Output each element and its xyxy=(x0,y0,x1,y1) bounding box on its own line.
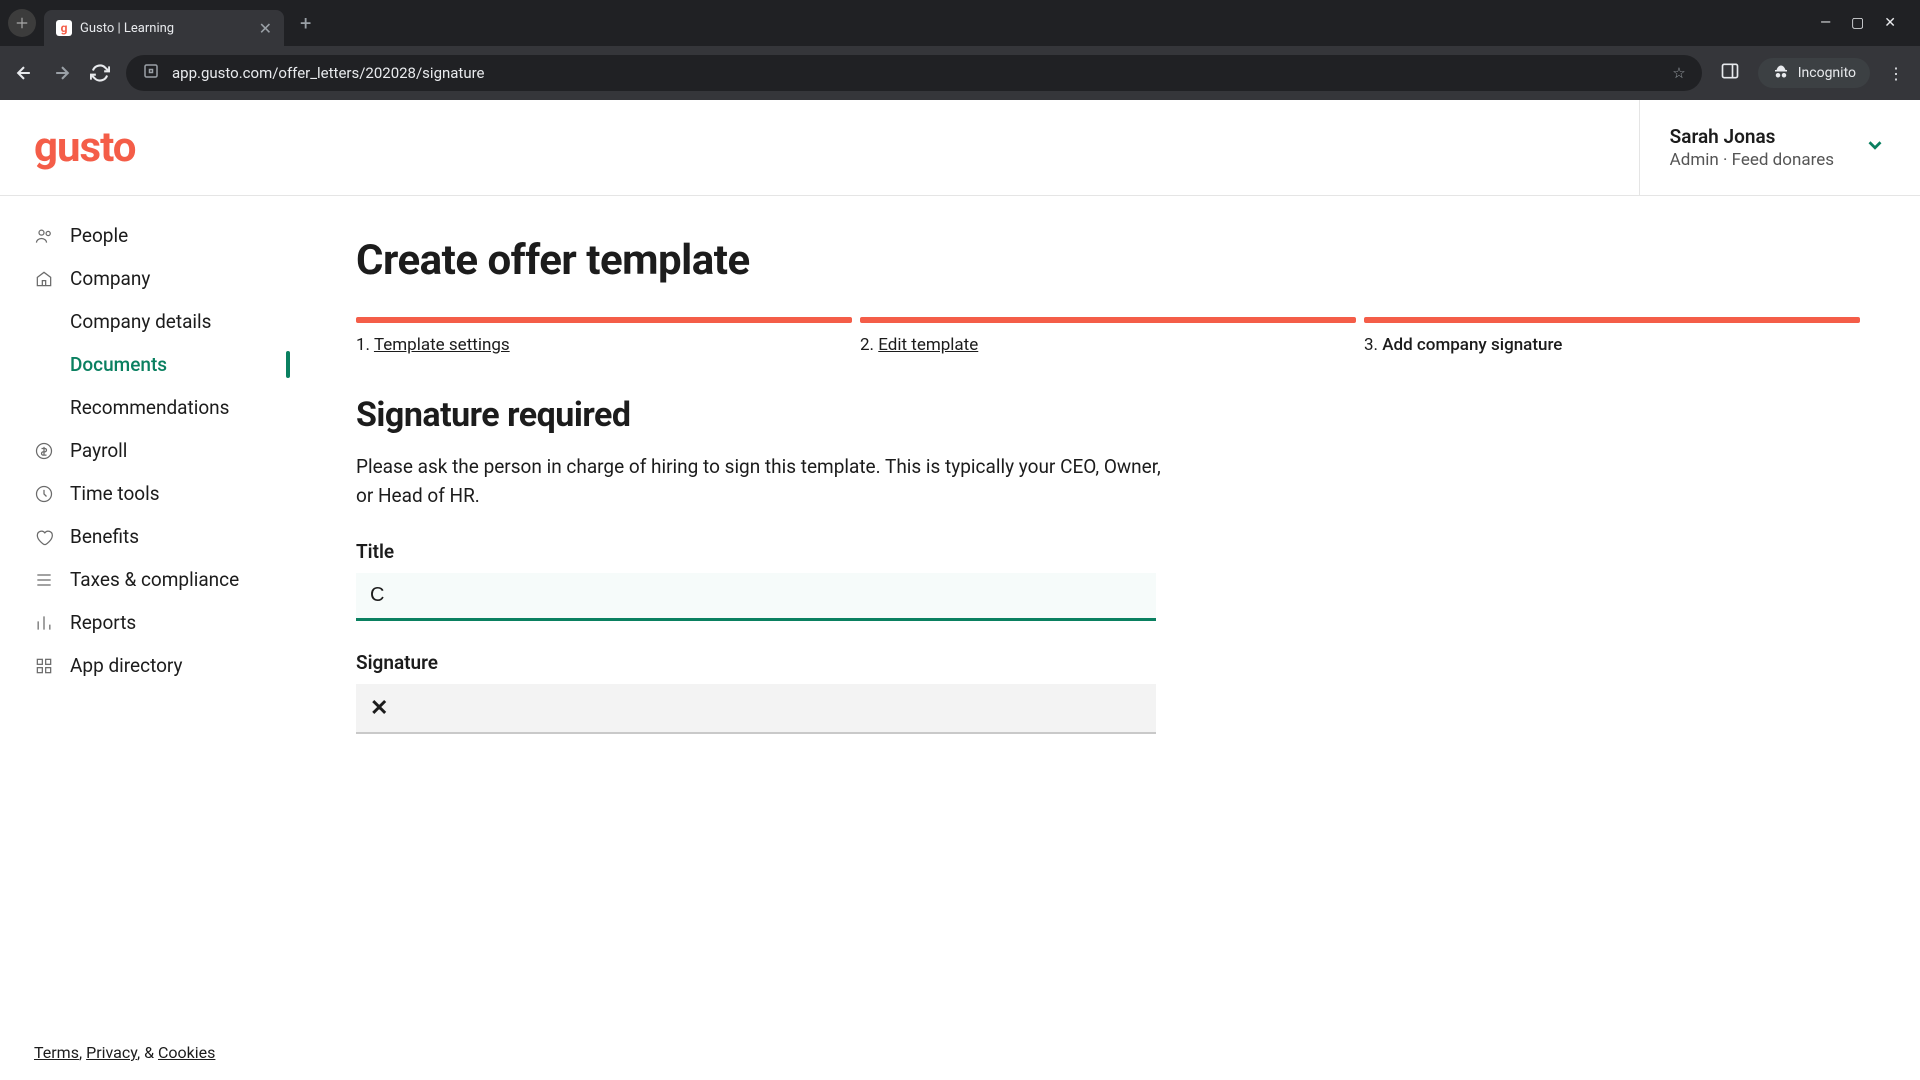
sidebar-item-label: App directory xyxy=(70,654,183,677)
sidebar-item-label: Documents xyxy=(70,353,167,376)
section-heading: Signature required xyxy=(356,395,1860,435)
browser-toolbar: app.gusto.com/offer_letters/202028/signa… xyxy=(0,46,1920,100)
sidebar-item-payroll[interactable]: Payroll xyxy=(0,429,308,472)
reports-icon xyxy=(34,613,54,633)
bookmark-icon[interactable]: ☆ xyxy=(1672,64,1685,82)
taxes-icon xyxy=(34,570,54,590)
user-meta: Admin · Feed donares xyxy=(1670,150,1834,170)
step-bar xyxy=(356,317,852,323)
main-content: Create offer template 1. Template settin… xyxy=(308,196,1920,1080)
step-1[interactable]: 1. Template settings xyxy=(356,317,852,355)
user-name: Sarah Jonas xyxy=(1670,125,1834,148)
minimize-icon[interactable]: ― xyxy=(1820,15,1831,31)
sidebar-item-company[interactable]: Company xyxy=(0,257,308,300)
close-window-icon[interactable]: ✕ xyxy=(1884,15,1896,31)
sidebar-item-taxes[interactable]: Taxes & compliance xyxy=(0,558,308,601)
step-label: Add company signature xyxy=(1382,335,1562,355)
forward-button[interactable] xyxy=(50,61,74,85)
address-bar[interactable]: app.gusto.com/offer_letters/202028/signa… xyxy=(126,55,1702,91)
sidebar-item-label: Recommendations xyxy=(70,396,229,419)
back-button[interactable] xyxy=(12,61,36,85)
cookies-link[interactable]: Cookies xyxy=(158,1043,215,1062)
signature-box[interactable]: ✕ xyxy=(356,684,1156,734)
footer-links: Terms, Privacy, & Cookies xyxy=(34,1043,215,1062)
site-info-icon[interactable] xyxy=(142,62,160,84)
side-panel-icon[interactable] xyxy=(1716,61,1744,85)
app: gusto Sarah Jonas Admin · Feed donares P… xyxy=(0,100,1920,1080)
sidebar-item-label: Reports xyxy=(70,611,136,634)
apps-icon xyxy=(34,656,54,676)
payroll-icon xyxy=(34,441,54,461)
chevron-down-icon xyxy=(1864,134,1886,161)
sidebar-item-label: People xyxy=(70,224,128,247)
sidebar-item-label: Time tools xyxy=(70,482,160,505)
page-title: Create offer template xyxy=(356,236,1860,285)
maximize-icon[interactable]: ▢ xyxy=(1851,15,1864,31)
body-row: People Company Company details Documents… xyxy=(0,196,1920,1080)
url-text: app.gusto.com/offer_letters/202028/signa… xyxy=(172,64,485,82)
app-header: gusto Sarah Jonas Admin · Feed donares xyxy=(0,100,1920,196)
window-controls: ― ▢ ✕ xyxy=(1820,15,1912,31)
tab-search-button[interactable] xyxy=(8,9,36,37)
privacy-link[interactable]: Privacy xyxy=(86,1043,137,1062)
step-bar xyxy=(860,317,1356,323)
sidebar-item-time-tools[interactable]: Time tools xyxy=(0,472,308,515)
new-tab-button[interactable]: + xyxy=(292,11,319,35)
sidebar-item-people[interactable]: People xyxy=(0,214,308,257)
sidebar-item-reports[interactable]: Reports xyxy=(0,601,308,644)
sidebar-item-benefits[interactable]: Benefits xyxy=(0,515,308,558)
user-info: Sarah Jonas Admin · Feed donares xyxy=(1670,125,1834,170)
time-icon xyxy=(34,484,54,504)
step-bar xyxy=(1364,317,1860,323)
step-label: Edit template xyxy=(878,335,978,355)
sidebar-scroll[interactable]: People Company Company details Documents… xyxy=(0,214,308,1080)
reload-button[interactable] xyxy=(88,61,112,85)
sidebar-item-label: Benefits xyxy=(70,525,139,548)
company-icon xyxy=(34,269,54,289)
sidebar-item-label: Taxes & compliance xyxy=(70,568,239,591)
sidebar-item-label: Company details xyxy=(70,310,211,333)
tab-strip: g Gusto | Learning ✕ + ― ▢ ✕ xyxy=(0,0,1920,46)
title-input[interactable] xyxy=(356,573,1156,621)
gusto-logo[interactable]: gusto xyxy=(34,123,135,172)
tab-favicon: g xyxy=(56,20,72,36)
tab-close-icon[interactable]: ✕ xyxy=(259,19,272,38)
tab-title: Gusto | Learning xyxy=(80,21,174,36)
incognito-badge[interactable]: Incognito xyxy=(1758,58,1870,88)
stepper: 1. Template settings 2. Edit template 3.… xyxy=(356,317,1860,355)
sidebar: People Company Company details Documents… xyxy=(0,196,308,1080)
step-label: Template settings xyxy=(374,335,510,355)
sidebar-item-documents[interactable]: Documents xyxy=(0,343,308,386)
step-2[interactable]: 2. Edit template xyxy=(860,317,1356,355)
browser-menu-icon[interactable]: ⋮ xyxy=(1884,64,1908,83)
sidebar-item-recommendations[interactable]: Recommendations xyxy=(0,386,308,429)
terms-link[interactable]: Terms xyxy=(34,1043,79,1062)
sidebar-item-label: Company xyxy=(70,267,150,290)
signature-field-label: Signature xyxy=(356,651,1860,674)
clear-signature-icon[interactable]: ✕ xyxy=(370,696,388,721)
title-field-label: Title xyxy=(356,540,1860,563)
benefits-icon xyxy=(34,527,54,547)
section-description: Please ask the person in charge of hirin… xyxy=(356,453,1176,510)
browser-tab[interactable]: g Gusto | Learning ✕ xyxy=(44,10,284,46)
incognito-label: Incognito xyxy=(1798,65,1856,81)
sidebar-item-company-details[interactable]: Company details xyxy=(0,300,308,343)
step-3: 3. Add company signature xyxy=(1364,317,1860,355)
sidebar-item-label: Payroll xyxy=(70,439,127,462)
user-menu[interactable]: Sarah Jonas Admin · Feed donares xyxy=(1639,100,1886,195)
sidebar-item-app-directory[interactable]: App directory xyxy=(0,644,308,687)
people-icon xyxy=(34,226,54,246)
browser-chrome: g Gusto | Learning ✕ + ― ▢ ✕ app.gusto.c… xyxy=(0,0,1920,100)
